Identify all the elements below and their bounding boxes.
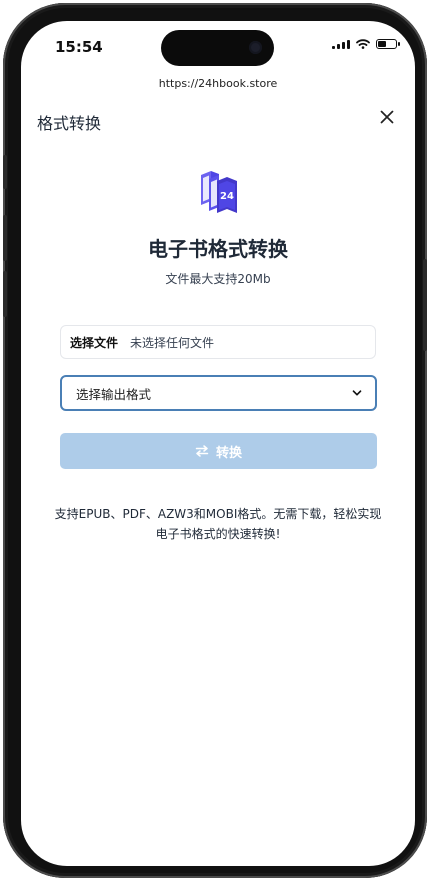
screen: 15:54 https://24hbook.store 格式转换 24 电子书格… — [21, 21, 415, 866]
supported-formats-note: 支持EPUB、PDF、AZW3和MOBI格式。无需下载，轻松实现电子书格式的快速… — [54, 507, 382, 541]
signal-icon — [332, 39, 350, 49]
page-title: 格式转换 — [37, 114, 102, 133]
chevron-down-icon — [352, 390, 362, 396]
file-input[interactable]: 选择文件 未选择任何文件 — [60, 325, 376, 359]
output-format-value: 选择输出格式 — [76, 386, 152, 402]
close-button[interactable] — [375, 105, 399, 129]
volume-up-button — [3, 215, 7, 261]
main-title: 电子书格式转换 — [148, 237, 288, 261]
status-icons — [332, 39, 400, 49]
convert-button[interactable]: 转换 — [60, 433, 377, 469]
camera-icon — [249, 41, 262, 54]
size-limit-subtitle: 文件最大支持20Mb — [165, 272, 271, 286]
status-bar: 15:54 — [21, 21, 415, 77]
volume-down-button — [3, 271, 7, 317]
books-24-logo: 24 — [197, 169, 241, 215]
status-time: 15:54 — [55, 38, 103, 56]
power-button — [423, 259, 427, 351]
file-status-text: 未选择任何文件 — [130, 335, 215, 350]
output-format-select[interactable]: 选择输出格式 — [60, 375, 377, 411]
battery-icon — [376, 39, 400, 49]
dynamic-island — [161, 30, 274, 66]
choose-file-button[interactable]: 选择文件 — [61, 334, 118, 351]
action-button — [3, 155, 7, 189]
wifi-icon — [356, 39, 370, 49]
convert-button-label: 转换 — [215, 445, 242, 461]
close-icon — [380, 110, 394, 124]
address-bar-url[interactable]: https://24hbook.store — [21, 77, 415, 90]
swap-arrows-icon — [195, 445, 209, 457]
phone-frame: 15:54 https://24hbook.store 格式转换 24 电子书格… — [3, 3, 427, 878]
svg-text:24: 24 — [220, 191, 234, 202]
